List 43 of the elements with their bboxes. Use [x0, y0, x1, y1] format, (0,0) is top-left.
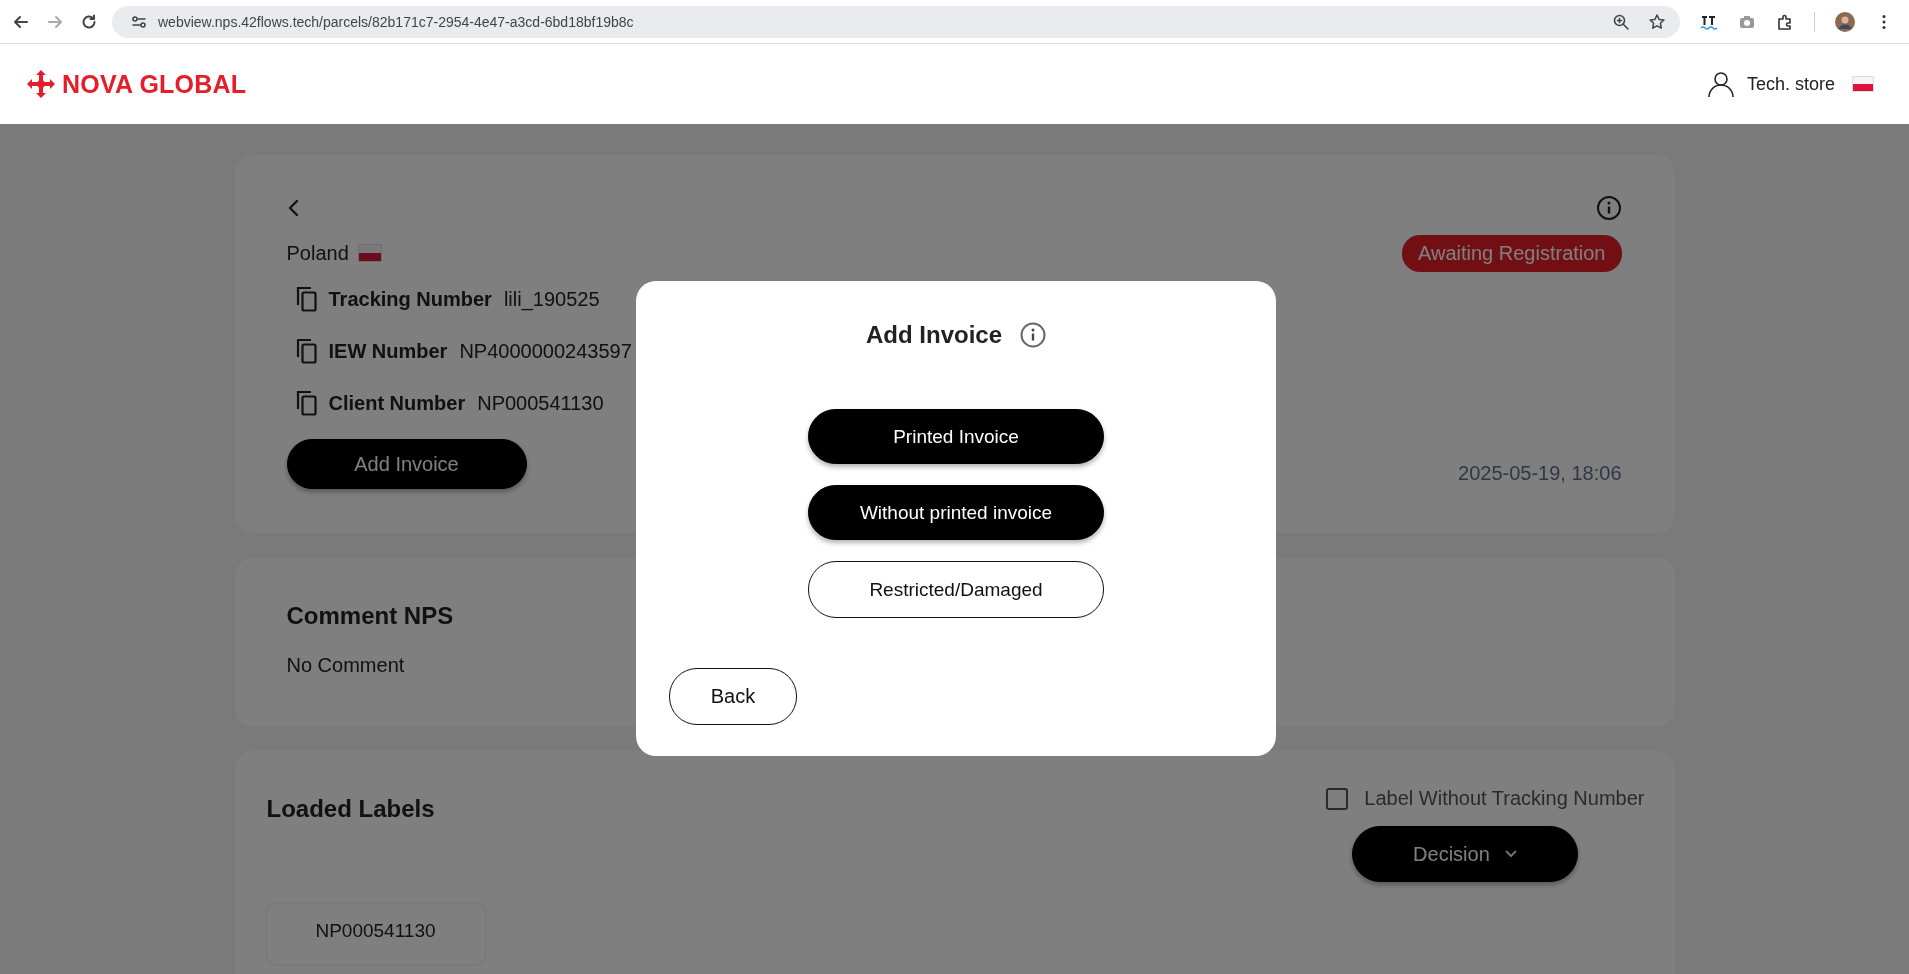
info-icon[interactable] — [1595, 195, 1622, 221]
reload-icon[interactable] — [80, 12, 98, 31]
field-label: Client Number — [328, 391, 466, 415]
option-button[interactable]: Printed Invoice — [808, 409, 1104, 464]
zoom-icon[interactable] — [1612, 12, 1630, 31]
user-name[interactable]: Tech. store — [1746, 73, 1835, 95]
star-icon[interactable] — [1648, 12, 1666, 31]
logo-text: NOVA GLOBAL — [62, 69, 247, 99]
field-value: lili_190525 — [503, 287, 600, 311]
chevron-icon — [286, 198, 301, 218]
checkbox[interactable] — [1326, 787, 1349, 810]
status-badge: Awaiting Registration — [1402, 234, 1622, 272]
address-bar[interactable]: webview.nps.42flows.tech/parcels/82b171c7-2954-4e47-a3cd-6bd18bf19b8c — [112, 5, 1680, 38]
avatar-icon[interactable] — [1835, 11, 1855, 32]
puzzle-icon[interactable] — [1776, 12, 1794, 31]
label-card[interactable]: NP000541130 — [266, 904, 485, 964]
comment-text: No Comment — [286, 654, 406, 677]
field-value: NP000541130 — [477, 391, 604, 415]
copy-icon[interactable] — [294, 337, 319, 365]
info-icon[interactable] — [1020, 322, 1046, 348]
field-label: IEW Number — [328, 339, 448, 363]
date-text: 2025-05-19, 18:06 — [1458, 462, 1622, 486]
decision-button[interactable]: Decision — [1352, 826, 1579, 882]
option-button[interactable]: Restricted/Damaged — [808, 561, 1104, 618]
copy-icon[interactable] — [294, 389, 319, 417]
section-title: Comment NPS — [286, 602, 455, 630]
option-button[interactable]: Without printed invoice — [808, 485, 1104, 540]
back-button[interactable] — [286, 198, 301, 218]
flag-icon[interactable] — [1853, 77, 1873, 91]
country-name: Poland — [286, 241, 349, 265]
copy-icon[interactable] — [294, 285, 319, 313]
back-button[interactable]: Back — [669, 668, 797, 725]
field-label: Tracking Number — [328, 287, 492, 311]
modal-title: Add Invoice — [866, 321, 1002, 349]
section-title: Loaded Labels — [266, 795, 435, 823]
logo-icon — [26, 69, 56, 99]
field-value: NP4000000243597 — [459, 339, 632, 363]
url-text: webview.nps.42flows.tech/parcels/82b171c7-2954-4e47-a3cd-6bd18bf19b8c — [158, 13, 634, 30]
caret-icon — [1503, 849, 1518, 859]
user-icon[interactable] — [1706, 70, 1735, 98]
add-invoice-button[interactable]: Add Invoice — [286, 439, 527, 489]
flag-icon — [358, 245, 381, 261]
checkbox-label: Label Without Tracking Number — [1364, 787, 1645, 810]
